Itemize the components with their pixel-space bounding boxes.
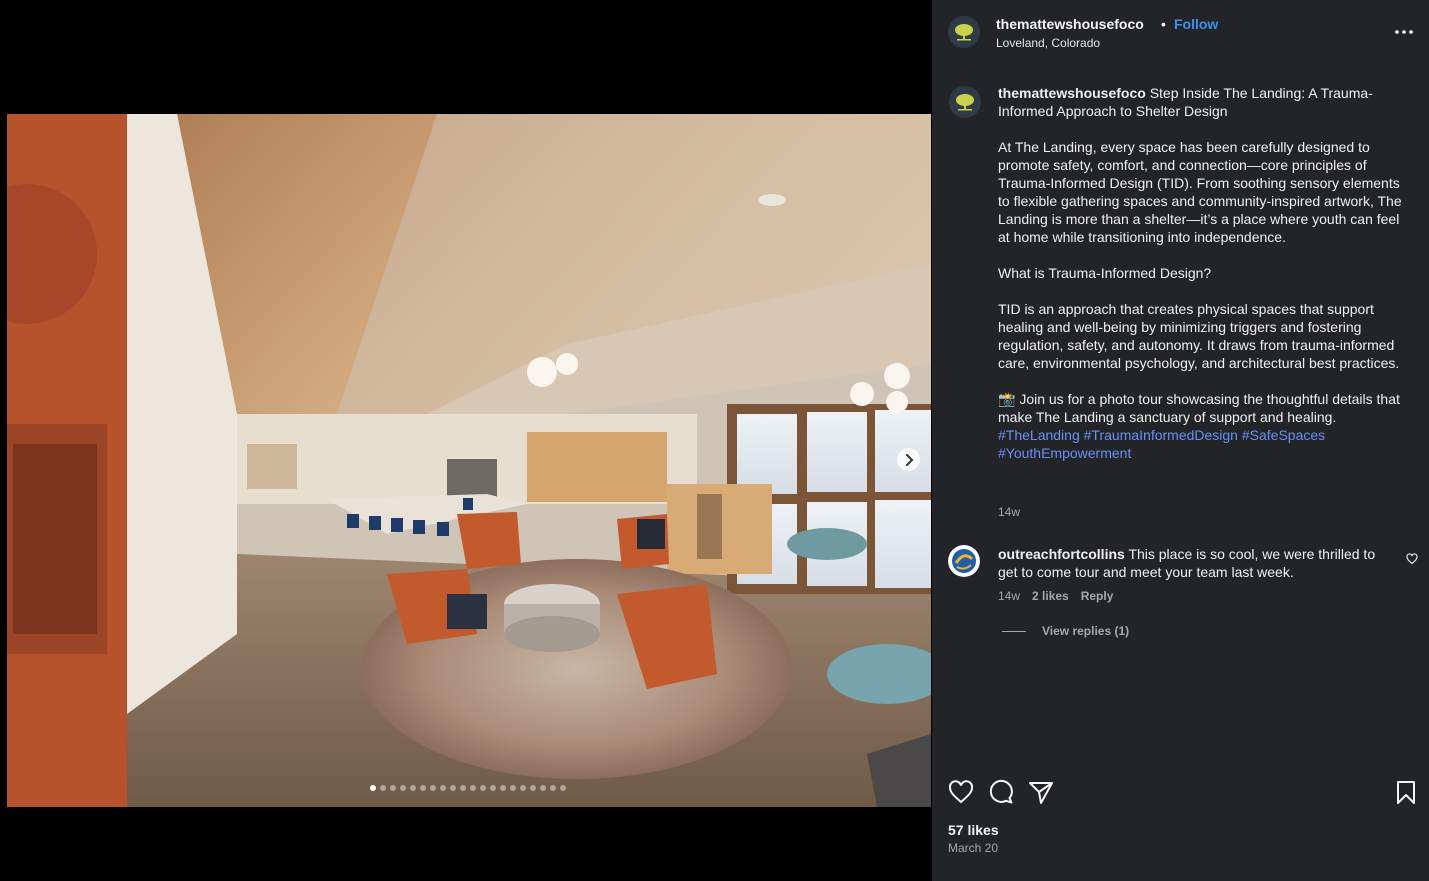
hashtag-link[interactable]: #YouthEmpowerment [998,445,1131,461]
tree-logo-icon [948,16,980,48]
post-media [0,0,932,881]
chevron-right-icon [905,453,913,466]
replies-divider [1002,630,1026,632]
header-username[interactable]: themattewshousefoco [996,16,1144,32]
carousel-dot [500,785,506,791]
caption-paragraph-1: At The Landing, every space has been car… [998,139,1402,245]
comment-avatar[interactable] [948,545,980,577]
carousel-dot [480,785,486,791]
carousel-dot [530,785,536,791]
caption-paragraph-2: What is Trauma-Informed Design? [998,265,1212,281]
carousel-dot [430,785,436,791]
carousel-next-button[interactable] [897,448,920,471]
comment-bubble-icon[interactable] [988,778,1014,806]
location-link[interactable]: Loveland, Colorado [996,36,1100,50]
caption-avatar[interactable] [949,86,981,118]
comment-likes[interactable]: 2 likes [1032,589,1069,603]
tree-logo-icon [949,86,981,118]
view-replies-label: View replies (1) [1042,624,1130,638]
carousel-dot [460,785,466,791]
caption-paragraph-3: TID is an approach that creates physical… [998,301,1400,371]
hashtag-link[interactable]: #TraumaInformedDesign [1084,427,1238,443]
like-count[interactable]: 57 likes [948,822,999,838]
caption-timestamp[interactable]: 14w [998,505,1020,519]
carousel-dot [440,785,446,791]
carousel-dot [420,785,426,791]
carousel-dot [410,785,416,791]
post-photo[interactable] [7,114,931,807]
post-caption: themattewshousefoco Step Inside The Land… [998,84,1408,462]
post-date[interactable]: March 20 [948,841,998,855]
comment-meta: 14w 2 likes Reply [998,589,1113,603]
carousel-dot [520,785,526,791]
carousel-dot [540,785,546,791]
heart-icon[interactable] [1406,553,1418,565]
carousel-dot [390,785,396,791]
hashtag-link[interactable]: #SafeSpaces [1242,427,1325,443]
carousel-dot [510,785,516,791]
carousel-dot [450,785,456,791]
comment: outreachfortcollins This place is so coo… [998,545,1398,581]
header-separator: • [1161,16,1166,32]
carousel-dot [560,785,566,791]
post-actions [932,778,1429,808]
more-dots-icon[interactable] [1394,24,1414,40]
comment-timestamp[interactable]: 14w [998,589,1020,603]
paper-plane-icon[interactable] [1028,778,1054,806]
hashtag-link[interactable]: #TheLanding [998,427,1080,443]
carousel-dot [380,785,386,791]
caption-username[interactable]: themattewshousefoco [998,85,1146,101]
post-header: themattewshousefoco • Follow Loveland, C… [932,0,1429,62]
interior-photo-illustration [7,114,931,807]
follow-button[interactable]: Follow [1174,16,1218,32]
bookmark-icon[interactable] [1393,778,1419,806]
outreach-logo-icon [948,545,980,577]
caption-paragraph-4: 📸 Join us for a photo tour showcasing th… [998,391,1400,425]
carousel-dot [470,785,476,791]
reply-button[interactable]: Reply [1081,589,1114,603]
view-replies-button[interactable]: View replies (1) [1002,624,1129,638]
comment-username[interactable]: outreachfortcollins [998,546,1125,562]
post-side-panel: themattewshousefoco • Follow Loveland, C… [932,0,1429,881]
carousel-dot [490,785,496,791]
profile-avatar[interactable] [948,16,980,48]
carousel-dots [370,785,566,791]
carousel-dot [550,785,556,791]
carousel-dot [400,785,406,791]
carousel-dot [370,785,376,791]
heart-icon[interactable] [948,778,974,806]
